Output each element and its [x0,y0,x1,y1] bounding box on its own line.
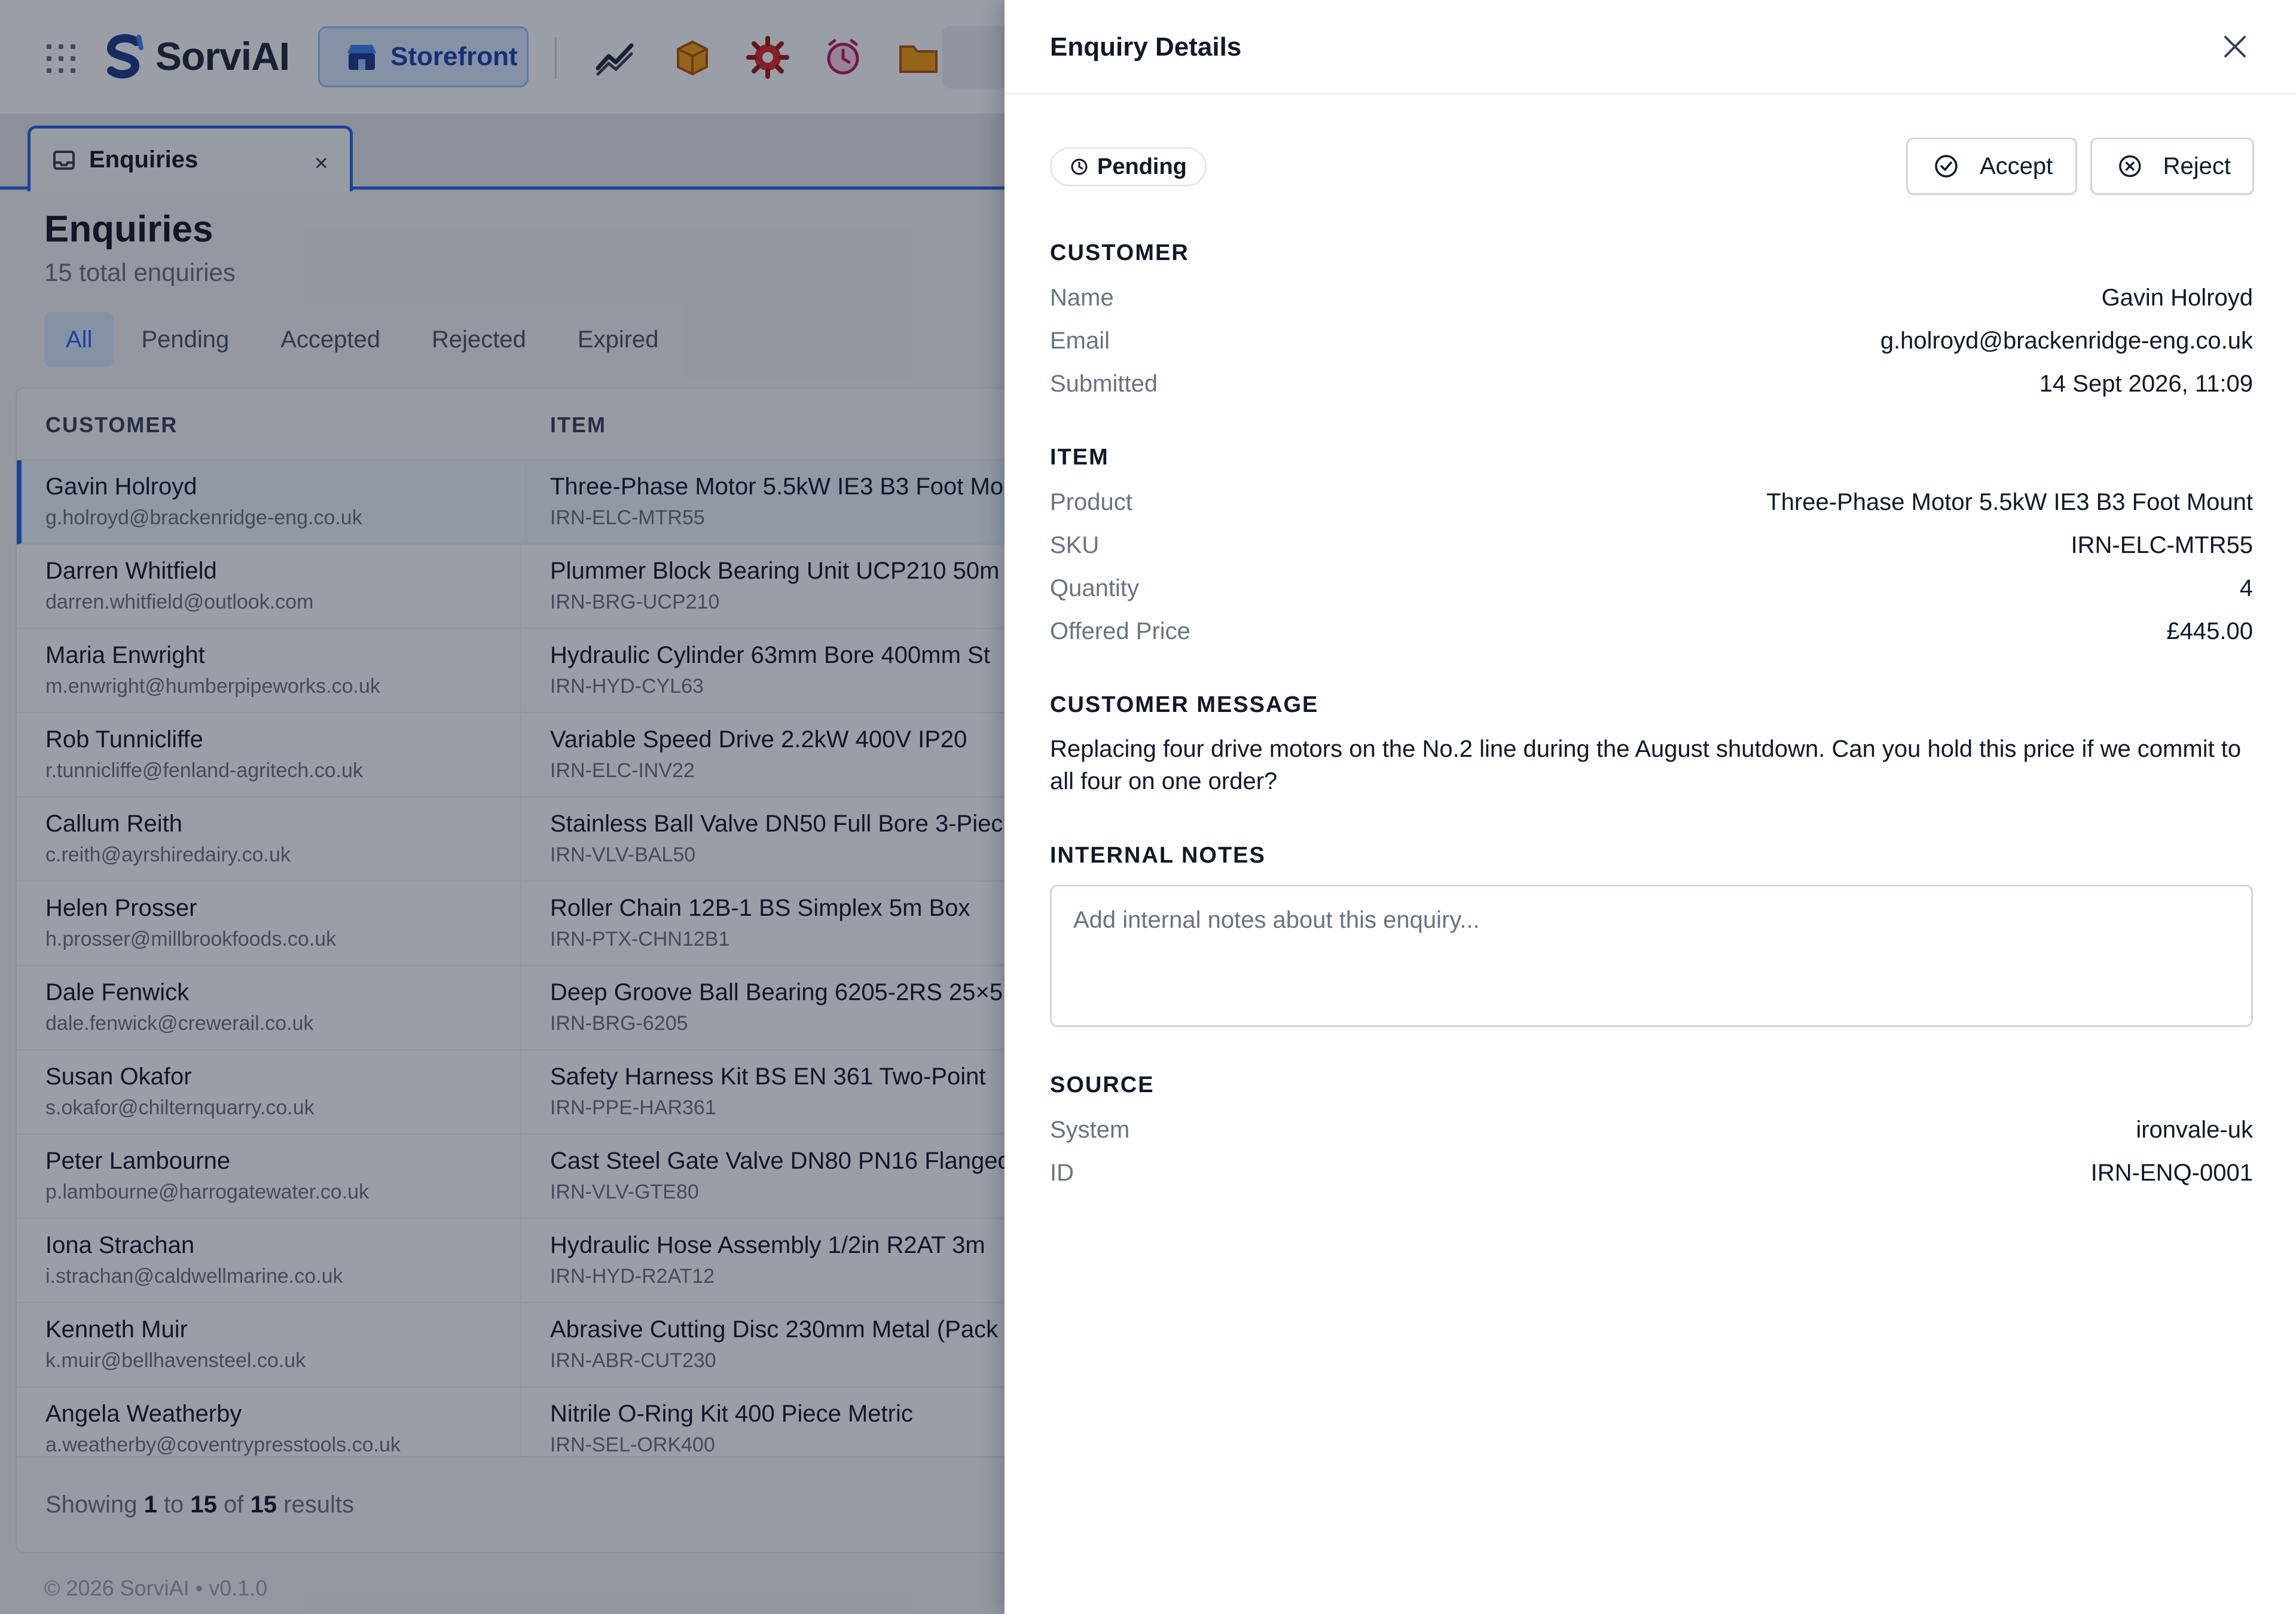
customer-message-text: Replacing four drive motors on the No.2 … [1050,736,2242,794]
source-id-label: ID [1050,1160,1074,1186]
enquiry-details-drawer: Enquiry Details Pending Accept Reject CU… [1004,0,2296,1614]
quantity-label: Quantity [1050,575,1139,601]
offered-price-label: Offered Price [1050,618,1190,644]
customer-section-heading: CUSTOMER [1050,240,1189,265]
close-icon[interactable] [2219,31,2251,62]
customer-message-heading: CUSTOMER MESSAGE [1050,692,1319,717]
item-section-heading: ITEM [1050,445,1109,470]
accept-button[interactable]: Accept [1906,137,2077,195]
status-label: Pending [1097,154,1187,179]
sku-label: SKU [1050,532,1100,558]
internal-notes-textarea[interactable] [1050,885,2253,1027]
customer-email-label: Email [1050,328,1110,354]
status-badge: Pending [1050,147,1207,187]
submitted-value: 14 Sept 2026, 11:09 [2039,371,2253,397]
x-circle-icon [2119,155,2141,178]
drawer-backdrop[interactable] [0,0,1004,1614]
drawer-header: Enquiry Details [1004,0,2296,94]
source-id-value: IRN-ENQ-0001 [2090,1160,2253,1186]
quantity-value: 4 [2239,575,2253,601]
submitted-label: Submitted [1050,371,1158,397]
product-value: Three-Phase Motor 5.5kW IE3 B3 Foot Moun… [1766,489,2253,515]
source-system-value: ironvale-uk [2136,1117,2253,1143]
check-circle-icon [1935,155,1958,178]
accept-label: Accept [1980,152,2053,179]
offered-price-value: £445.00 [2166,618,2253,644]
reject-button[interactable]: Reject [2090,137,2254,195]
source-system-label: System [1050,1117,1130,1143]
source-section-heading: SOURCE [1050,1072,1155,1098]
internal-notes-heading: INTERNAL NOTES [1050,843,1266,868]
reject-label: Reject [2163,152,2231,179]
drawer-title: Enquiry Details [1050,32,1242,62]
product-label: Product [1050,489,1132,515]
customer-email-value: g.holroyd@brackenridge-eng.co.uk [1880,328,2253,354]
customer-name-value: Gavin Holroyd [2101,285,2253,311]
customer-name-label: Name [1050,285,1114,311]
clock-icon [1071,158,1088,175]
sku-value: IRN-ELC-MTR55 [2071,532,2253,558]
